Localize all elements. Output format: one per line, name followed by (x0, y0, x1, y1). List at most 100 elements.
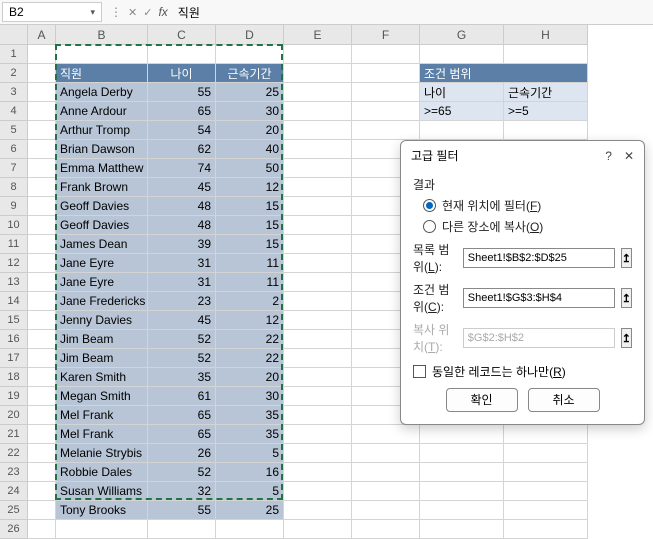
row-header[interactable]: 10 (0, 216, 28, 235)
cell-C24[interactable]: 32 (148, 482, 216, 501)
cell-D26[interactable] (216, 520, 284, 539)
cell-H1[interactable] (504, 45, 588, 64)
cell-E21[interactable] (284, 425, 352, 444)
cell-F4[interactable] (352, 102, 420, 121)
cell-A25[interactable] (28, 501, 56, 520)
cell-H22[interactable] (504, 444, 588, 463)
row-header[interactable]: 23 (0, 463, 28, 482)
cell-C10[interactable]: 48 (148, 216, 216, 235)
cell-C15[interactable]: 45 (148, 311, 216, 330)
cell-E12[interactable] (284, 254, 352, 273)
cell-F2[interactable] (352, 64, 420, 83)
cell-C20[interactable]: 65 (148, 406, 216, 425)
cell-B18[interactable]: Karen Smith (56, 368, 148, 387)
col-header[interactable]: F (352, 25, 420, 45)
cell-B6[interactable]: Brian Dawson (56, 140, 148, 159)
chevron-down-icon[interactable]: ▾ (90, 7, 95, 18)
cell-D22[interactable]: 5 (216, 444, 284, 463)
cell-G1[interactable] (420, 45, 504, 64)
row-header[interactable]: 3 (0, 83, 28, 102)
cell-E7[interactable] (284, 159, 352, 178)
cell-C18[interactable]: 35 (148, 368, 216, 387)
cell-B24[interactable]: Susan Williams (56, 482, 148, 501)
cell-D13[interactable]: 11 (216, 273, 284, 292)
cell-D1[interactable] (216, 45, 284, 64)
cell-D12[interactable]: 11 (216, 254, 284, 273)
row-header[interactable]: 22 (0, 444, 28, 463)
cell-A17[interactable] (28, 349, 56, 368)
cell-A10[interactable] (28, 216, 56, 235)
cell-D24[interactable]: 5 (216, 482, 284, 501)
row-header[interactable]: 7 (0, 159, 28, 178)
cell-H21[interactable] (504, 425, 588, 444)
row-header[interactable]: 11 (0, 235, 28, 254)
formula-input[interactable]: 직원 (178, 4, 200, 21)
cell-C3[interactable]: 55 (148, 83, 216, 102)
cell-D23[interactable]: 16 (216, 463, 284, 482)
row-header[interactable]: 18 (0, 368, 28, 387)
cell-E19[interactable] (284, 387, 352, 406)
cell-H3[interactable]: 근속기간 (504, 83, 588, 102)
cell-E9[interactable] (284, 197, 352, 216)
cell-A26[interactable] (28, 520, 56, 539)
cell-E8[interactable] (284, 178, 352, 197)
cell-D16[interactable]: 22 (216, 330, 284, 349)
row-header[interactable]: 8 (0, 178, 28, 197)
cell-C25[interactable]: 55 (148, 501, 216, 520)
cell-G5[interactable] (420, 121, 504, 140)
cell-A14[interactable] (28, 292, 56, 311)
cell-B5[interactable]: Arthur Tromp (56, 121, 148, 140)
cell-H4[interactable]: >=5 (504, 102, 588, 121)
cell-G25[interactable] (420, 501, 504, 520)
cell-A12[interactable] (28, 254, 56, 273)
row-header[interactable]: 24 (0, 482, 28, 501)
cell-A13[interactable] (28, 273, 56, 292)
cell-E3[interactable] (284, 83, 352, 102)
cell-A20[interactable] (28, 406, 56, 425)
cell-C26[interactable] (148, 520, 216, 539)
cell-D8[interactable]: 12 (216, 178, 284, 197)
row-header[interactable]: 9 (0, 197, 28, 216)
col-header[interactable]: A (28, 25, 56, 45)
cell-A19[interactable] (28, 387, 56, 406)
cell-E18[interactable] (284, 368, 352, 387)
cell-F1[interactable] (352, 45, 420, 64)
cell-C12[interactable]: 31 (148, 254, 216, 273)
cell-E23[interactable] (284, 463, 352, 482)
col-header[interactable]: H (504, 25, 588, 45)
cell-C9[interactable]: 48 (148, 197, 216, 216)
cell-D10[interactable]: 15 (216, 216, 284, 235)
cell-B21[interactable]: Mel Frank (56, 425, 148, 444)
cell-C19[interactable]: 61 (148, 387, 216, 406)
cell-B22[interactable]: Melanie Strybis (56, 444, 148, 463)
cell-H5[interactable] (504, 121, 588, 140)
cell-G3[interactable]: 나이 (420, 83, 504, 102)
cell-G21[interactable] (420, 425, 504, 444)
cell-D14[interactable]: 2 (216, 292, 284, 311)
row-header[interactable]: 1 (0, 45, 28, 64)
cell-D6[interactable]: 40 (216, 140, 284, 159)
cell-H23[interactable] (504, 463, 588, 482)
radio-copy-elsewhere[interactable]: 다른 장소에 복사(O) (423, 218, 632, 235)
cell-E13[interactable] (284, 273, 352, 292)
cell-D9[interactable]: 15 (216, 197, 284, 216)
cell-B14[interactable]: Jane Fredericks (56, 292, 148, 311)
cell-A24[interactable] (28, 482, 56, 501)
cell-E22[interactable] (284, 444, 352, 463)
cell-E25[interactable] (284, 501, 352, 520)
cell-C7[interactable]: 74 (148, 159, 216, 178)
cell-A1[interactable] (28, 45, 56, 64)
cell-C8[interactable]: 45 (148, 178, 216, 197)
unique-records-checkbox[interactable]: 동일한 레코드는 하나만(R) (413, 363, 632, 380)
row-header[interactable]: 15 (0, 311, 28, 330)
cell-E14[interactable] (284, 292, 352, 311)
cell-G4[interactable]: >=65 (420, 102, 504, 121)
cell-C2[interactable]: 나이 (148, 64, 216, 83)
cell-A21[interactable] (28, 425, 56, 444)
cell-B3[interactable]: Angela Derby (56, 83, 148, 102)
cell-A3[interactable] (28, 83, 56, 102)
cell-G24[interactable] (420, 482, 504, 501)
cell-E11[interactable] (284, 235, 352, 254)
cell-B1[interactable] (56, 45, 148, 64)
cell-H2[interactable] (504, 64, 588, 83)
